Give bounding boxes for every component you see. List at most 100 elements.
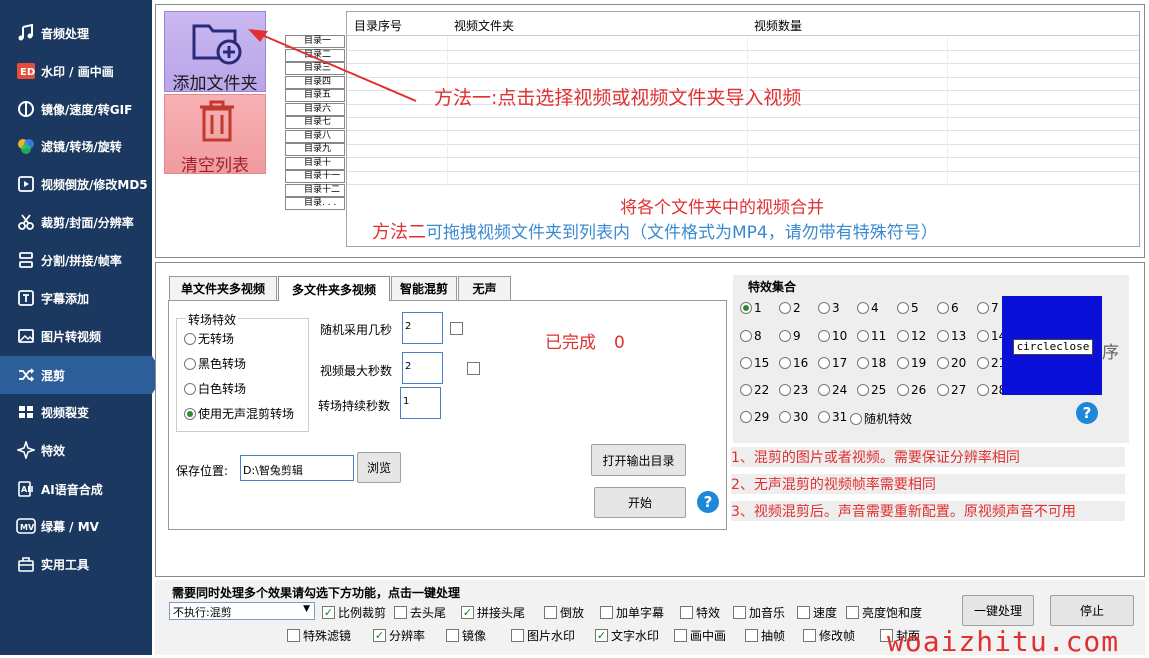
- radio-button[interactable]: [977, 302, 989, 314]
- checkbox[interactable]: [803, 629, 816, 642]
- effect-option[interactable]: 25: [857, 383, 886, 397]
- tab-smart-mix[interactable]: 智能混剪: [391, 276, 457, 300]
- sidebar-item-mirror[interactable]: 镜像/速度/转GIF: [0, 91, 152, 127]
- option-checkbox[interactable]: 特殊滤镜: [287, 627, 351, 644]
- radio-button[interactable]: [818, 357, 830, 369]
- sidebar-item-audio[interactable]: 音频处理: [0, 15, 152, 51]
- effect-option[interactable]: 27: [937, 383, 966, 397]
- effect-option[interactable]: 7: [977, 301, 999, 315]
- radio-button[interactable]: [818, 302, 830, 314]
- sidebar-item-tools[interactable]: 实用工具: [0, 546, 152, 582]
- sidebar-item-watermark[interactable]: ED 水印 / 画中画: [0, 53, 152, 89]
- transition-option[interactable]: 使用无声混剪转场: [184, 405, 294, 422]
- effect-option[interactable]: 5: [897, 301, 919, 315]
- radio-button[interactable]: [818, 411, 830, 423]
- sidebar-item-reverse[interactable]: 视频倒放/修改MD5: [0, 166, 152, 202]
- radio-button[interactable]: [937, 330, 949, 342]
- effect-option[interactable]: 8: [740, 329, 762, 343]
- radio-button[interactable]: [977, 384, 989, 396]
- effect-option[interactable]: 15: [740, 356, 769, 370]
- checkbox[interactable]: ✓: [595, 629, 608, 642]
- effect-option[interactable]: 11: [857, 329, 886, 343]
- open-output-button[interactable]: 打开输出目录: [591, 444, 686, 476]
- radio-button[interactable]: [184, 332, 196, 345]
- effects-help-icon[interactable]: ?: [1076, 402, 1098, 424]
- option-checkbox[interactable]: ✓ 文字水印: [595, 627, 659, 644]
- option-checkbox[interactable]: 特效: [680, 604, 720, 621]
- checkbox[interactable]: [733, 606, 746, 619]
- option-checkbox[interactable]: 抽帧: [745, 627, 785, 644]
- effect-option[interactable]: 29: [740, 410, 769, 424]
- radio-button[interactable]: [740, 384, 752, 396]
- radio-button[interactable]: [857, 330, 869, 342]
- option-checkbox[interactable]: 加音乐: [733, 604, 785, 621]
- radio-button[interactable]: [740, 302, 752, 314]
- effect-option[interactable]: 2: [779, 301, 801, 315]
- radio-button[interactable]: [857, 384, 869, 396]
- effect-option[interactable]: 6: [937, 301, 959, 315]
- radio-button[interactable]: [779, 302, 791, 314]
- sidebar-item-fission[interactable]: 视频裂变: [0, 394, 152, 430]
- radio-button[interactable]: [850, 412, 862, 425]
- sidebar-item-subtitle[interactable]: 字幕添加: [0, 280, 152, 316]
- checkbox[interactable]: [600, 606, 613, 619]
- checkbox[interactable]: [680, 606, 693, 619]
- start-button[interactable]: 开始: [594, 487, 686, 518]
- transition-option[interactable]: 黑色转场: [184, 355, 246, 372]
- effect-option[interactable]: 20: [937, 356, 966, 370]
- radio-button[interactable]: [740, 330, 752, 342]
- option-checkbox[interactable]: 加单字幕: [600, 604, 664, 621]
- effect-option[interactable]: 24: [818, 383, 847, 397]
- option-checkbox[interactable]: ✓ 比例裁剪: [322, 604, 386, 621]
- clear-list-button[interactable]: 清空列表: [164, 94, 266, 176]
- effect-option[interactable]: 9: [779, 329, 801, 343]
- effect-option[interactable]: 1: [740, 301, 762, 315]
- checkbox[interactable]: ✓: [322, 606, 335, 619]
- effect-option[interactable]: 26: [897, 383, 926, 397]
- save-path-input[interactable]: D:\智兔剪辑: [240, 455, 354, 481]
- tab-silent[interactable]: 无声: [458, 276, 511, 300]
- effect-option[interactable]: 10: [818, 329, 847, 343]
- effect-option[interactable]: 23: [779, 383, 808, 397]
- option-checkbox[interactable]: 图片水印: [511, 627, 575, 644]
- option-checkbox[interactable]: 修改帧: [803, 627, 855, 644]
- effect-option[interactable]: 30: [779, 410, 808, 424]
- radio-button[interactable]: [779, 384, 791, 396]
- effect-option[interactable]: 22: [740, 383, 769, 397]
- option-checkbox[interactable]: ✓ 拼接头尾: [461, 604, 525, 621]
- sidebar-item-mix[interactable]: 混剪: [0, 356, 164, 394]
- tab-multi-folder[interactable]: 多文件夹多视频: [278, 276, 390, 301]
- radio-button[interactable]: [897, 302, 909, 314]
- checkbox[interactable]: [446, 629, 459, 642]
- help-icon[interactable]: ?: [697, 491, 719, 513]
- radio-button[interactable]: [184, 357, 196, 370]
- radio-button[interactable]: [740, 357, 752, 369]
- effect-option-random[interactable]: 随机特效: [850, 410, 912, 427]
- checkbox[interactable]: [674, 629, 687, 642]
- random-seconds-checkbox[interactable]: [450, 322, 463, 335]
- radio-button[interactable]: [937, 302, 949, 314]
- checkbox[interactable]: [511, 629, 524, 642]
- effect-option[interactable]: 17: [818, 356, 847, 370]
- checkbox[interactable]: [745, 629, 758, 642]
- effect-option[interactable]: 19: [897, 356, 926, 370]
- random-seconds-input[interactable]: 2: [402, 312, 443, 344]
- option-checkbox[interactable]: 倒放: [544, 604, 584, 621]
- checkbox[interactable]: ✓: [373, 629, 386, 642]
- radio-button[interactable]: [977, 330, 989, 342]
- transition-option[interactable]: 无转场: [184, 330, 234, 347]
- radio-button[interactable]: [184, 407, 196, 420]
- radio-button[interactable]: [937, 357, 949, 369]
- checkbox[interactable]: [394, 606, 407, 619]
- effect-option[interactable]: 31: [818, 410, 847, 424]
- transition-option[interactable]: 白色转场: [184, 380, 246, 397]
- max-seconds-input[interactable]: 2: [402, 352, 443, 384]
- sidebar-item-split[interactable]: 分割/拼接/帧率: [0, 242, 152, 278]
- checkbox[interactable]: [544, 606, 557, 619]
- sidebar-item-effects[interactable]: 特效: [0, 432, 152, 468]
- option-checkbox[interactable]: 亮度饱和度: [846, 604, 922, 621]
- effect-option[interactable]: 13: [937, 329, 966, 343]
- option-checkbox[interactable]: ✓ 分辨率: [373, 627, 425, 644]
- effect-option[interactable]: 18: [857, 356, 886, 370]
- radio-button[interactable]: [740, 411, 752, 423]
